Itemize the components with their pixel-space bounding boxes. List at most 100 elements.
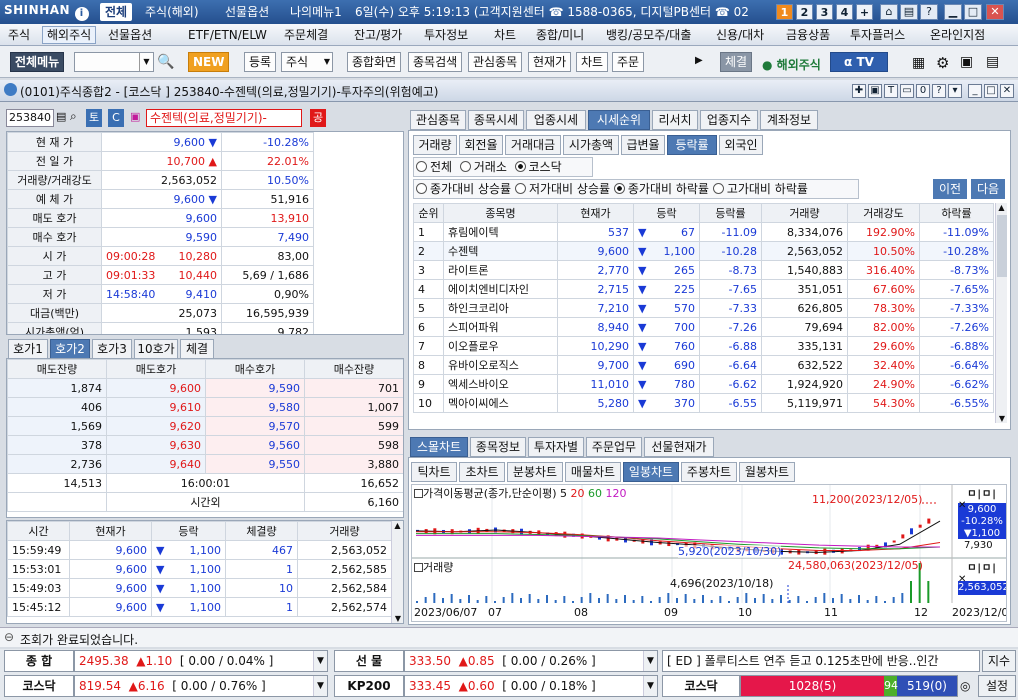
ranking-header-cell[interactable]: 등락률 xyxy=(699,203,762,223)
ranking-row[interactable]: 4 에이치엔비디자인 2,715 ▼ 225 -7.65 351,051 67.60% -7.6… xyxy=(413,279,994,299)
ticker-label-0[interactable]: 종 합 xyxy=(4,650,74,672)
ranking-row[interactable]: 5 하인크코리아 7,210 ▼ 570 -7.33 626,805 78.30% -7.33% xyxy=(413,298,994,318)
period-tab-2[interactable]: 분봉차트 xyxy=(507,462,563,482)
chevron-down-icon[interactable]: ▼ xyxy=(643,651,657,671)
watchlist-button[interactable]: 관심종목 xyxy=(468,52,523,72)
settings-button[interactable]: 설정 xyxy=(978,675,1016,697)
new-button[interactable]: NEW xyxy=(188,52,230,72)
stock-name-cell[interactable]: 유바이오로직스 xyxy=(443,355,558,375)
orderbook-tab-4[interactable]: 체결 xyxy=(180,339,214,359)
ticker-label-1[interactable]: 선 물 xyxy=(334,650,404,672)
market-opt-kospi[interactable]: 거래소 xyxy=(459,160,507,174)
menu-search-input[interactable]: ▼ xyxy=(74,52,154,72)
buy-price[interactable]: 9,580 xyxy=(205,397,305,417)
register-button[interactable]: 등록 xyxy=(244,52,277,72)
buy-price[interactable]: 9,570 xyxy=(205,416,305,436)
chart-tab-3[interactable]: 주문업무 xyxy=(586,437,642,457)
stock-name-cell[interactable]: 스피어파워 xyxy=(443,317,558,337)
sort-opt-high-down[interactable]: 고가대비 하락률 xyxy=(712,182,808,196)
ticker-label-3[interactable]: KP200 xyxy=(334,675,404,697)
all-menu-button[interactable]: 전체메뉴 xyxy=(10,52,65,72)
sub-tab-0[interactable]: 거래량 xyxy=(413,135,457,155)
ranking-header-cell[interactable]: 하락률 xyxy=(919,203,994,223)
trades-scrollbar[interactable]: ▲ ▼ xyxy=(391,521,403,623)
ranking-row[interactable]: 3 라이트론 2,770 ▼ 265 -8.73 1,540,883 316.40% -8.73… xyxy=(413,260,994,280)
tv-button[interactable]: α TV xyxy=(830,52,888,72)
chart-tab-2[interactable]: 투자자별 xyxy=(528,437,584,457)
ranking-row[interactable]: 8 유바이오로직스 9,700 ▼ 690 -6.64 632,522 32.40% -6.64… xyxy=(413,355,994,375)
stock-search-icon[interactable]: ⌕ xyxy=(70,109,77,124)
main-menu-item-0[interactable]: 주식 xyxy=(4,26,34,44)
main-menu-item-2[interactable]: 선물옵션 xyxy=(104,26,156,44)
page-add-button[interactable]: + xyxy=(856,4,873,20)
chart-tab-0[interactable]: 스몰차트 xyxy=(410,437,468,457)
sub-tab-4[interactable]: 급변율 xyxy=(621,135,665,155)
stock-name-cell[interactable]: 라이트론 xyxy=(443,260,558,280)
win-min-icon[interactable]: _ xyxy=(968,84,982,98)
volume-ctrl-icons[interactable]: ᅟㅁ|ㅁ|✕ xyxy=(958,559,1006,585)
sort-opt-close-down[interactable]: 종가대비 하락률 xyxy=(613,182,709,196)
chart-ctrl-icons[interactable]: ᅟㅁ|ㅁ|✕ xyxy=(958,485,1006,511)
lock-icon[interactable]: ▣ xyxy=(868,84,882,98)
stock-name-cell[interactable]: 멕아이씨에스 xyxy=(443,393,558,413)
right-tab-0[interactable]: 관심종목 xyxy=(410,110,466,130)
chart-tab-1[interactable]: 종목정보 xyxy=(470,437,526,457)
prev-button[interactable]: 이전 xyxy=(933,179,967,199)
top-menu-futures[interactable]: 선물옵션 xyxy=(220,3,274,21)
sell-price[interactable]: 9,600 xyxy=(106,378,206,398)
sub-tab-2[interactable]: 거래대금 xyxy=(505,135,561,155)
market-opt-kosdaq[interactable]: 코스닥 xyxy=(514,160,562,174)
overseas-stock-link[interactable]: ● 해외주식 xyxy=(762,56,821,73)
chevron-down-icon[interactable]: ▼ xyxy=(313,651,327,671)
top-menu-all[interactable]: 전체 xyxy=(100,3,133,21)
stock-name-cell[interactable]: 이오플로우 xyxy=(443,336,558,356)
period-tab-3[interactable]: 매물차트 xyxy=(565,462,621,482)
text-icon[interactable]: T xyxy=(884,84,898,98)
right-tab-1[interactable]: 종목시세 xyxy=(468,110,524,130)
stock-code-input[interactable]: 253840 xyxy=(6,109,54,127)
stock-name-cell[interactable]: 수젠텍 xyxy=(443,241,558,261)
window-icon[interactable]: ▤ xyxy=(986,54,999,70)
list-icon[interactable]: ▤ xyxy=(56,110,66,123)
calculator-icon[interactable]: ▦ xyxy=(912,55,925,71)
ranking-row[interactable]: 10 멕아이씨에스 5,280 ▼ 370 -6.55 5,119,971 54.30% -6.… xyxy=(413,393,994,413)
ranking-header-cell[interactable]: 순위 xyxy=(413,203,444,223)
main-menu-item-4[interactable]: 주문체결 xyxy=(280,26,332,44)
ranking-row[interactable]: 9 엑세스바이오 11,010 ▼ 780 -6.62 1,924,920 24.90% -6.… xyxy=(413,374,994,394)
orderbook-row[interactable]: 1,569 9,620 9,570 599 xyxy=(7,416,403,436)
period-tab-0[interactable]: 틱차트 xyxy=(411,462,457,482)
ranking-row[interactable]: 1 휴림에이텍 537 ▼ 67 -11.09 8,334,076 192.90% -11.09… xyxy=(413,222,994,242)
memo-pink-icon[interactable]: ▣ xyxy=(130,110,140,123)
memo-icon[interactable]: ▭ xyxy=(900,84,914,98)
badge-c[interactable]: C xyxy=(108,109,124,127)
overview-button[interactable]: 종합화면 xyxy=(347,52,402,72)
gear-icon[interactable]: ⚙ xyxy=(936,54,949,72)
ranking-header-cell[interactable]: 등락 xyxy=(633,203,700,223)
main-menu-item-1[interactable]: 해외주식 xyxy=(42,26,97,44)
market-opt-all[interactable]: 전체 xyxy=(416,160,452,174)
period-tab-5[interactable]: 주봉차트 xyxy=(681,462,737,482)
stock-name-cell[interactable]: 엑세스바이오 xyxy=(443,374,558,394)
chart-button[interactable]: 차트 xyxy=(576,52,609,72)
sub-tab-5[interactable]: 등락률 xyxy=(667,135,717,155)
win-max-icon[interactable]: □ xyxy=(984,84,998,98)
win-close-icon[interactable]: ✕ xyxy=(1000,84,1014,98)
main-menu-item-3[interactable]: ETF/ETN/ELW xyxy=(184,26,271,44)
sub-tab-3[interactable]: 시가총액 xyxy=(563,135,619,155)
chart-tab-4[interactable]: 선물현재가 xyxy=(644,437,714,457)
ranking-row[interactable]: 6 스피어파워 8,940 ▼ 700 -7.26 79,694 82.00% -7.26% xyxy=(413,317,994,337)
stock-name-cell[interactable]: 에이치엔비디자인 xyxy=(443,279,558,299)
orderbook-tab-0[interactable]: 호가1 xyxy=(8,339,48,359)
period-tab-1[interactable]: 초차트 xyxy=(459,462,505,482)
badge-to[interactable]: 토 xyxy=(86,109,102,127)
orderbook-tab-3[interactable]: 10호가 xyxy=(134,339,178,359)
refresh-icon[interactable]: ◎ xyxy=(960,679,970,693)
chevron-down-icon[interactable]: ▼ xyxy=(643,676,657,696)
page-1-button[interactable]: 1 xyxy=(776,4,793,20)
chevron-down-icon[interactable]: ▼ xyxy=(313,676,327,696)
index-button[interactable]: 지수 xyxy=(982,650,1016,672)
ranking-scrollbar[interactable]: ▲ ▼ xyxy=(995,203,1007,423)
page-2-button[interactable]: 2 xyxy=(796,4,813,20)
stock-name-cell[interactable]: 하인크코리아 xyxy=(443,298,558,318)
pin-icon[interactable]: ▾ xyxy=(948,84,962,98)
